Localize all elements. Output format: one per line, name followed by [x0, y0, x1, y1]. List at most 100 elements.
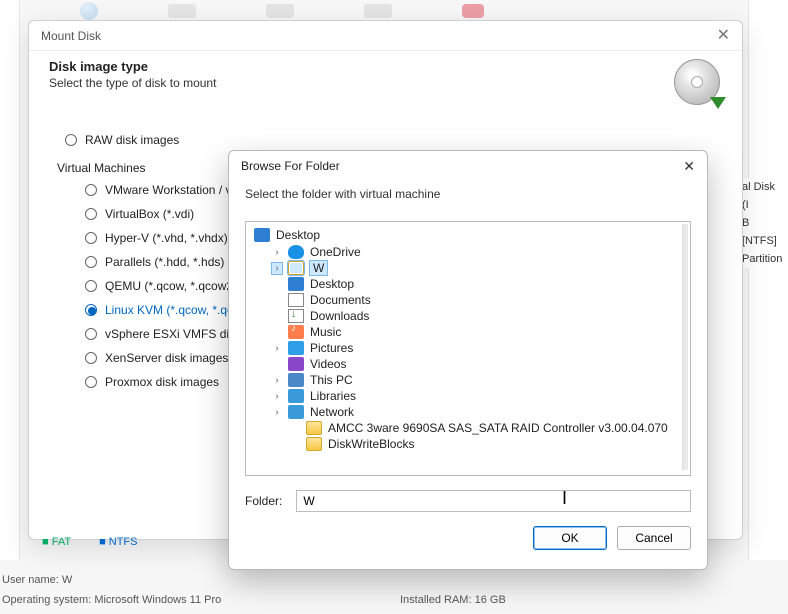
- mount-header: Disk image type Select the type of disk …: [29, 51, 742, 121]
- docs-icon: [288, 293, 304, 307]
- mount-heading: Disk image type: [49, 59, 216, 74]
- radio-icon: [85, 280, 97, 292]
- folder-input[interactable]: [296, 490, 691, 512]
- right-line1: al Disk (I: [742, 178, 784, 214]
- tree-item-label: Pictures: [310, 341, 353, 355]
- tree-item-label: Libraries: [310, 389, 356, 403]
- right-cropped-info: al Disk (I B [NTFS] Partition: [742, 178, 784, 268]
- tree-item-label: Downloads: [310, 309, 369, 323]
- desktop-icon: [288, 277, 304, 291]
- radio-proxmox-label: Proxmox disk images: [105, 375, 219, 389]
- bg-left-strip: [0, 0, 20, 560]
- browse-titlebar[interactable]: Browse For Folder ✕: [229, 151, 707, 181]
- tree-item-label: DiskWriteBlocks: [328, 437, 414, 451]
- drive-icon: [168, 4, 196, 18]
- red-badge-icon: [462, 4, 484, 18]
- chevron-right-icon[interactable]: ›: [272, 391, 282, 402]
- browse-instruction: Select the folder with virtual machine: [229, 181, 707, 211]
- down-icon: [288, 309, 304, 323]
- scrollbar[interactable]: [682, 224, 688, 470]
- tree-root-desktop[interactable]: Desktop: [254, 226, 682, 244]
- legend-row: ■ FAT ■ NTFS: [42, 536, 138, 548]
- toolbar-faded: [80, 2, 484, 20]
- os-value: Microsoft Windows 11 Pro: [94, 594, 221, 606]
- radio-icon: [85, 352, 97, 364]
- tree-item-label: AMCC 3ware 9690SA SAS_SATA RAID Controll…: [328, 421, 668, 435]
- tree-item[interactable]: › This PC: [272, 372, 682, 388]
- desktop-icon: [254, 228, 270, 242]
- ok-button[interactable]: OK: [533, 526, 607, 550]
- radio-icon: [65, 134, 77, 146]
- chevron-right-icon[interactable]: ›: [272, 263, 282, 274]
- tree-item[interactable]: › Pictures: [272, 340, 682, 356]
- ram-value: 16 GB: [475, 594, 506, 606]
- chevron-right-icon[interactable]: ›: [272, 375, 282, 386]
- tree-item-label: Network: [310, 405, 354, 419]
- radio-kvm-label: Linux KVM (*.qcow, *.qco: [105, 303, 240, 317]
- tree-item-label: OneDrive: [310, 245, 361, 259]
- os-label: Operating system:: [2, 594, 91, 606]
- radio-qemu-label: QEMU (*.qcow, *.qcow2,: [105, 279, 236, 293]
- legend-ntfs: NTFS: [109, 536, 138, 548]
- tree-item[interactable]: Videos: [272, 356, 682, 372]
- dialog-buttons: OK Cancel: [229, 512, 707, 564]
- radio-xen-label: XenServer disk images: [105, 351, 228, 365]
- close-icon[interactable]: ✕: [717, 21, 730, 51]
- chevron-right-icon[interactable]: ›: [272, 247, 282, 258]
- vid-icon: [288, 357, 304, 371]
- radio-parallels-label: Parallels (*.hdd, *.hds): [105, 255, 224, 269]
- cancel-button[interactable]: Cancel: [617, 526, 691, 550]
- arrow-down-icon: [710, 97, 726, 109]
- close-icon[interactable]: ✕: [683, 158, 695, 175]
- tree-item-label: This PC: [310, 373, 353, 387]
- disc-icon: [674, 59, 722, 107]
- tree-item-label: W: [310, 261, 327, 275]
- folder-icon: [306, 421, 322, 435]
- tree-item[interactable]: AMCC 3ware 9690SA SAS_SATA RAID Controll…: [272, 420, 682, 436]
- radio-raw-label: RAW disk images: [85, 133, 179, 147]
- drive-icon: [364, 4, 392, 18]
- right-line3: Partition: [742, 250, 784, 268]
- mount-window-title: Mount Disk: [41, 21, 101, 51]
- tree-item[interactable]: › Network: [272, 404, 682, 420]
- chevron-right-icon[interactable]: ›: [272, 343, 282, 354]
- mount-titlebar[interactable]: Mount Disk ✕: [29, 21, 742, 51]
- radio-icon: [85, 232, 97, 244]
- radio-icon: [85, 184, 97, 196]
- status-os: Operating system: Microsoft Windows 11 P…: [2, 594, 221, 606]
- tree-item[interactable]: Documents: [272, 292, 682, 308]
- tree-root-label: Desktop: [276, 228, 320, 242]
- radio-raw[interactable]: RAW disk images: [65, 133, 706, 147]
- radio-icon: [85, 304, 97, 316]
- folder-icon: [306, 437, 322, 451]
- tree-item[interactable]: ›W: [272, 260, 682, 276]
- radio-icon: [85, 256, 97, 268]
- net-icon: [288, 405, 304, 419]
- legend-fat: FAT: [52, 536, 71, 548]
- radio-hyperv-label: Hyper-V (*.vhd, *.vhdx): [105, 231, 228, 245]
- status-ram: Installed RAM: 16 GB: [400, 594, 506, 606]
- status-user: User name: W: [2, 574, 72, 586]
- tree-item[interactable]: Downloads: [272, 308, 682, 324]
- lib-icon: [288, 389, 304, 403]
- tree-item-label: Desktop: [310, 277, 354, 291]
- pic-icon: [288, 341, 304, 355]
- tree-item[interactable]: Desktop: [272, 276, 682, 292]
- radio-icon: [85, 328, 97, 340]
- chevron-right-icon[interactable]: ›: [272, 407, 282, 418]
- music-icon: [288, 325, 304, 339]
- tree-item[interactable]: › OneDrive: [272, 244, 682, 260]
- tree-item[interactable]: › Libraries: [272, 388, 682, 404]
- tree-item-label: Music: [310, 325, 341, 339]
- globe-icon: [80, 2, 98, 20]
- mount-subheading: Select the type of disk to mount: [49, 76, 216, 90]
- folder-tree[interactable]: Desktop ›OneDrive›WDesktopDocumentsDownl…: [245, 221, 691, 476]
- radio-icon: [85, 376, 97, 388]
- radio-vmware-label: VMware Workstation / vS: [105, 183, 239, 197]
- tree-item[interactable]: DiskWriteBlocks: [272, 436, 682, 452]
- radio-virtualbox-label: VirtualBox (*.vdi): [105, 207, 194, 221]
- browse-folder-dialog: Browse For Folder ✕ Select the folder wi…: [228, 150, 708, 570]
- bg-right-strip: [748, 0, 788, 560]
- tree-item[interactable]: Music: [272, 324, 682, 340]
- tree-item-label: Videos: [310, 357, 346, 371]
